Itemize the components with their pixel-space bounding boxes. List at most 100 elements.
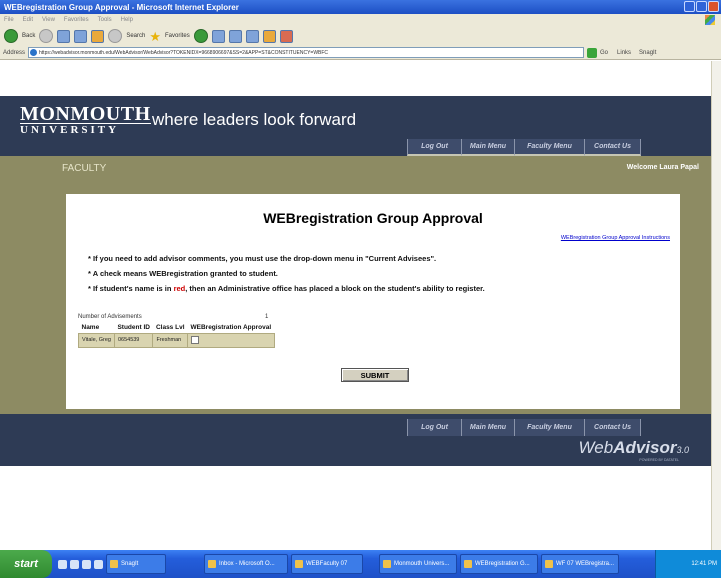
refresh-icon[interactable] (74, 29, 88, 43)
instructions-list: * If you need to add advisor comments, y… (88, 251, 485, 296)
advisements-count-value: 1 (265, 314, 269, 320)
instructions-link[interactable]: WEBregistration Group Approval Instructi… (561, 235, 670, 241)
section-band: FACULTY Welcome Laura Papal (0, 156, 711, 181)
menu-edit[interactable]: Edit (23, 17, 33, 23)
advisements-count-label: Number of Advisements (78, 314, 142, 320)
search-label[interactable]: Search (126, 33, 145, 39)
web-page: MONMOUTH UNIVERSITY where leaders look f… (0, 61, 721, 550)
task-snagit[interactable]: SnagIt (106, 554, 166, 574)
maximize-button[interactable] (696, 1, 707, 12)
edit-icon[interactable] (245, 29, 259, 43)
snagit-button[interactable]: SnagIt (639, 50, 656, 56)
quick-launch-ie-icon[interactable] (70, 559, 79, 569)
nav-faculty-menu[interactable]: Faculty Menu (514, 139, 584, 156)
instruction-block-pre: * If student's name is in (88, 284, 174, 293)
instruction-comments: * If you need to add advisor comments, y… (88, 254, 437, 263)
nav-main-menu[interactable]: Main Menu (461, 139, 514, 156)
welcome-text: Welcome Laura Papal (626, 164, 699, 171)
minimize-button[interactable] (684, 1, 695, 12)
task-webregistration[interactable]: WEBregistration G... (460, 554, 538, 574)
nav-main-menu-bottom[interactable]: Main Menu (461, 419, 514, 436)
stop-icon[interactable] (57, 29, 71, 43)
section-title: FACULTY (62, 163, 107, 174)
task-inbox[interactable]: Inbox - Microsoft O... (204, 554, 288, 574)
back-label[interactable]: Back (22, 33, 35, 39)
home-icon[interactable] (91, 29, 105, 43)
table-row: Vitale, Greg 0654539 Freshman (78, 332, 275, 348)
menu-tools[interactable]: Tools (98, 17, 112, 23)
address-bar: Address https://webadvisor.monmouth.edu/… (0, 46, 721, 60)
bottom-nav: Log Out Main Menu Faculty Menu Contact U… (407, 419, 641, 436)
table-header-row: Name Student ID Class Lvl WEBregistratio… (79, 323, 275, 333)
clock: 12:41 PM (691, 561, 717, 567)
quick-launch-app-icon[interactable] (94, 559, 103, 569)
col-student-id: Student ID (117, 324, 150, 332)
favorites-star-icon[interactable]: ★ (149, 30, 161, 43)
webadvisor-logo: WebAdvisor3.0 (579, 438, 689, 458)
webadvisor-tagline: POWERED BY DATATEL (639, 458, 679, 462)
print-icon[interactable] (228, 29, 242, 43)
quick-launch (58, 559, 103, 569)
quick-launch-outlook-icon[interactable] (82, 559, 91, 569)
nav-logout-bottom[interactable]: Log Out (407, 419, 461, 436)
window-title-bar: WEBregistration Group Approval - Microso… (0, 0, 721, 14)
menu-help[interactable]: Help (121, 17, 133, 23)
search-icon[interactable] (108, 29, 123, 43)
student-id: 0654539 (113, 332, 154, 348)
class-level: Freshman (152, 332, 188, 348)
advisees-table: Name Student ID Class Lvl WEBregistratio… (78, 323, 275, 348)
mail-icon[interactable] (211, 29, 225, 43)
menu-file[interactable]: File (4, 17, 14, 23)
back-arrow-icon[interactable] (4, 29, 18, 43)
messenger-icon[interactable] (279, 29, 293, 43)
go-arrow-icon[interactable] (587, 47, 598, 58)
monmouth-logo[interactable]: MONMOUTH UNIVERSITY (20, 103, 151, 136)
forward-arrow-icon[interactable] (39, 29, 54, 43)
folder-icon[interactable] (262, 29, 276, 43)
start-button[interactable]: start (0, 550, 52, 578)
page-scrollbar[interactable] (711, 61, 721, 550)
url-field[interactable]: https://webadvisor.monmouth.edu/WebAdvis… (28, 47, 585, 58)
links-button[interactable]: Links (617, 50, 631, 56)
windows-logo-icon (705, 15, 715, 25)
col-approval: WEBregistration Approval (190, 324, 272, 332)
nav-logout[interactable]: Log Out (407, 139, 461, 156)
webadvisor-web: Web (578, 438, 614, 457)
history-icon[interactable] (193, 29, 208, 43)
close-button[interactable] (708, 1, 719, 12)
favorites-label[interactable]: Favorites (165, 33, 190, 39)
task-webfaculty[interactable]: WEBFaculty 07 (291, 554, 363, 574)
approval-checkbox[interactable] (191, 336, 199, 344)
browser-menu-bar: File Edit View Favorites Tools Help (0, 14, 721, 26)
instruction-check: * A check means WEBregistration granted … (88, 269, 278, 278)
advisements-count: Number of Advisements 1 (78, 314, 268, 320)
go-button[interactable]: Go (600, 50, 608, 56)
task-monmouth[interactable]: Monmouth Univers... (379, 554, 457, 574)
submit-button[interactable]: SUBMIT (341, 368, 409, 382)
webadvisor-version: 3.0 (676, 445, 689, 455)
col-class-lvl: Class Lvl (155, 324, 185, 332)
logo-line1: MONMOUTH (20, 103, 151, 125)
menu-view[interactable]: View (42, 17, 55, 23)
address-extras: Links SnagIt (617, 50, 656, 56)
nav-faculty-menu-bottom[interactable]: Faculty Menu (514, 419, 584, 436)
quick-launch-desktop-icon[interactable] (58, 559, 67, 569)
nav-contact-us[interactable]: Contact Us (584, 139, 641, 156)
window-title: WEBregistration Group Approval - Microso… (4, 2, 239, 12)
url-text: https://webadvisor.monmouth.edu/WebAdvis… (39, 50, 329, 56)
task-wf07[interactable]: WF 07 WEBregistra... (541, 554, 619, 574)
approval-panel: WEBregistration Group Approval WEBregist… (66, 194, 680, 409)
windows-taskbar: start SnagIt Inbox - Microsoft O... WEBF… (0, 550, 721, 578)
instruction-block-post: , then an Administrative office has plac… (185, 284, 485, 293)
student-name: Vitale, Greg (78, 332, 115, 348)
instruction-block-red: red (173, 284, 186, 293)
approval-cell (187, 332, 275, 348)
menu-favorites[interactable]: Favorites (64, 17, 89, 23)
system-tray: 12:41 PM (655, 550, 721, 578)
instruction-block: * If student's name is in red, then an A… (88, 281, 485, 296)
browser-toolbar: Back Search ★ Favorites (0, 26, 721, 46)
nav-contact-us-bottom[interactable]: Contact Us (584, 419, 641, 436)
address-label: Address (3, 49, 26, 56)
page-icon (30, 49, 38, 56)
webadvisor-advisor: Advisor (613, 438, 677, 457)
